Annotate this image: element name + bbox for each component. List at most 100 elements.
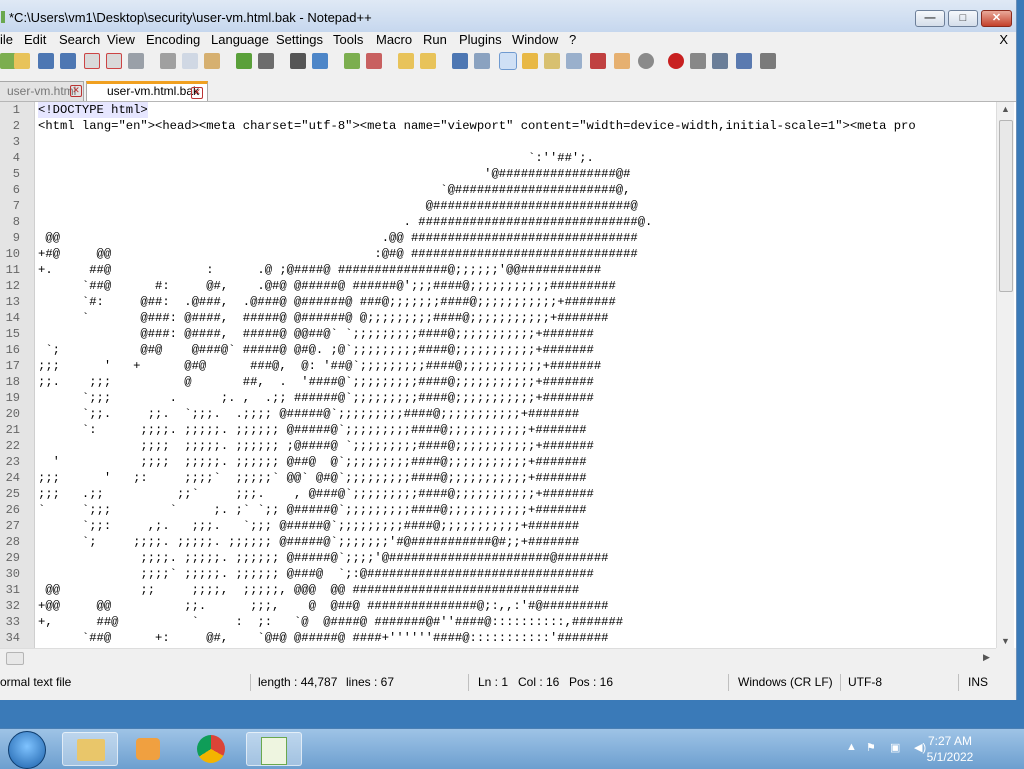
vertical-scrollbar[interactable]: ▲ ▼ xyxy=(996,102,1014,648)
show-all-characters-icon[interactable] xyxy=(474,53,490,69)
menu-edit[interactable]: Edit xyxy=(24,32,46,48)
taskbar-explorer-button[interactable] xyxy=(62,732,118,766)
function-list-icon[interactable] xyxy=(566,53,582,69)
project-panel-icon[interactable] xyxy=(614,53,630,69)
sync-vertical-icon[interactable] xyxy=(398,53,414,69)
status-divider xyxy=(958,674,959,691)
print-icon[interactable] xyxy=(128,53,144,69)
document-map-icon[interactable] xyxy=(544,53,560,69)
horizontal-scrollbar[interactable]: ▶ xyxy=(0,648,996,666)
cut-icon[interactable] xyxy=(160,53,176,69)
scroll-right-icon[interactable]: ▶ xyxy=(978,650,995,664)
find-icon[interactable] xyxy=(290,53,306,69)
menu-language[interactable]: Language xyxy=(211,32,269,48)
macro-stop-icon[interactable] xyxy=(690,53,706,69)
menu-search[interactable]: Search xyxy=(59,32,100,48)
code-line: ;;; .;; ;;` ;;;. , @###@`;;;;;;;;;####@;… xyxy=(38,487,594,501)
code-line: ` `;;; ` ;. ;` `;; @#####@`;;;;;;;;;####… xyxy=(38,503,587,517)
save-icon[interactable] xyxy=(38,53,54,69)
scroll-up-icon[interactable]: ▲ xyxy=(997,102,1014,116)
word-wrap-icon[interactable] xyxy=(452,53,468,69)
system-clock[interactable]: 7:27 AM 5/1/2022 xyxy=(920,733,980,765)
line-number: 28 xyxy=(5,535,20,549)
user-language-icon[interactable] xyxy=(522,53,538,69)
title-bar[interactable]: *C:\Users\vm1\Desktop\security\user-vm.h… xyxy=(0,0,1016,32)
code-line: ' ;;;; ;;;;;. ;;;;;; @##@ @`;;;;;;;;;###… xyxy=(38,455,587,469)
macro-save-icon[interactable] xyxy=(760,53,776,69)
status-encoding: UTF-8 xyxy=(848,675,882,689)
line-number: 12 xyxy=(5,279,20,293)
monitoring-icon[interactable] xyxy=(638,53,654,69)
open-file-icon[interactable] xyxy=(14,53,30,69)
status-filetype: ormal text file xyxy=(0,675,72,689)
code-area[interactable]: <!DOCTYPE html> <html lang="en"><head><me… xyxy=(38,102,996,648)
clock-time: 7:27 AM xyxy=(927,734,973,748)
line-number: 26 xyxy=(5,503,20,517)
action-center-icon[interactable]: ⚑ xyxy=(866,741,876,754)
code-line: `;;; . ;. , .;; ######@`;;;;;;;;;####@;;… xyxy=(38,391,594,405)
macro-record-icon[interactable] xyxy=(668,53,684,69)
taskbar-chrome-button[interactable] xyxy=(184,732,240,766)
maximize-button[interactable]: □ xyxy=(948,10,978,27)
horizontal-scroll-thumb[interactable] xyxy=(6,652,24,665)
start-button[interactable] xyxy=(8,731,46,769)
zoom-out-icon[interactable] xyxy=(366,53,382,69)
menu-settings[interactable]: Settings xyxy=(276,32,323,48)
menu-encoding[interactable]: Encoding xyxy=(146,32,200,48)
line-number: 19 xyxy=(5,391,20,405)
menu-file[interactable]: ile xyxy=(0,32,13,48)
vertical-scroll-thumb[interactable] xyxy=(999,120,1013,292)
notepadpp-app-icon xyxy=(1,11,5,23)
folder-icon xyxy=(77,739,105,761)
sync-horizontal-icon[interactable] xyxy=(420,53,436,69)
show-hidden-icons-icon[interactable]: ▲ xyxy=(846,741,857,753)
notepadpp-window: *C:\Users\vm1\Desktop\security\user-vm.h… xyxy=(0,0,1017,700)
menu-help[interactable]: ? xyxy=(569,32,576,48)
scroll-down-icon[interactable]: ▼ xyxy=(997,634,1014,648)
indent-guide-icon[interactable] xyxy=(499,52,517,70)
chrome-icon xyxy=(197,735,225,763)
status-column: Col : 16 xyxy=(518,675,560,689)
menu-window[interactable]: Window xyxy=(512,32,558,48)
menu-tools[interactable]: Tools xyxy=(333,32,363,48)
folder-as-workspace-icon[interactable] xyxy=(590,53,606,69)
window-title: *C:\Users\vm1\Desktop\security\user-vm.h… xyxy=(9,10,372,25)
menu-plugins[interactable]: Plugins xyxy=(459,32,502,48)
replace-icon[interactable] xyxy=(312,53,328,69)
line-number: 8 xyxy=(12,215,20,229)
line-number: 34 xyxy=(5,631,20,645)
close-all-icon[interactable] xyxy=(106,53,122,69)
status-insert-mode: INS xyxy=(968,675,989,689)
close-document-button[interactable]: X xyxy=(999,32,1008,48)
line-number: 4 xyxy=(12,151,20,165)
close-file-icon[interactable] xyxy=(84,53,100,69)
menu-view[interactable]: View xyxy=(107,32,135,48)
tab-close-icon[interactable]: ✕ xyxy=(191,87,203,99)
network-icon[interactable]: ▣ xyxy=(890,741,900,754)
redo-icon[interactable] xyxy=(258,53,274,69)
macro-run-multiple-icon[interactable] xyxy=(736,53,752,69)
tab-user-vm-html[interactable]: user-vm.html ✕ xyxy=(0,81,84,101)
paste-icon[interactable] xyxy=(204,53,220,69)
undo-icon[interactable] xyxy=(236,53,252,69)
code-line: `##@ #: @#, .@#@ @#####@ ######@';;;####… xyxy=(38,279,616,293)
menu-run[interactable]: Run xyxy=(423,32,447,48)
menu-macro[interactable]: Macro xyxy=(376,32,412,48)
close-window-button[interactable]: ✕ xyxy=(981,10,1012,27)
zoom-in-icon[interactable] xyxy=(344,53,360,69)
minimize-button[interactable]: — xyxy=(915,10,945,27)
code-line: +#@ @@ :@#@ ############################… xyxy=(38,247,638,261)
copy-icon[interactable] xyxy=(182,53,198,69)
line-number: 33 xyxy=(5,615,20,629)
text-editor[interactable]: 1 2 3 4 5 6 7 8 9 10 11 12 13 14 15 16 17 18 19 20 21 22 23 24 2… xyxy=(0,102,1016,648)
taskbar-media-player-button[interactable] xyxy=(122,732,178,766)
line-number: 9 xyxy=(12,231,20,245)
tab-user-vm-html-bak[interactable]: user-vm.html.bak ✕ xyxy=(86,81,208,101)
save-all-icon[interactable] xyxy=(60,53,76,69)
macro-play-icon[interactable] xyxy=(712,53,728,69)
maximize-icon: □ xyxy=(959,12,967,24)
taskbar-notepadpp-button[interactable] xyxy=(246,732,302,766)
line-number: 5 xyxy=(12,167,20,181)
tab-close-icon[interactable]: ✕ xyxy=(70,85,82,97)
code-line: `@######################@, xyxy=(38,183,631,197)
